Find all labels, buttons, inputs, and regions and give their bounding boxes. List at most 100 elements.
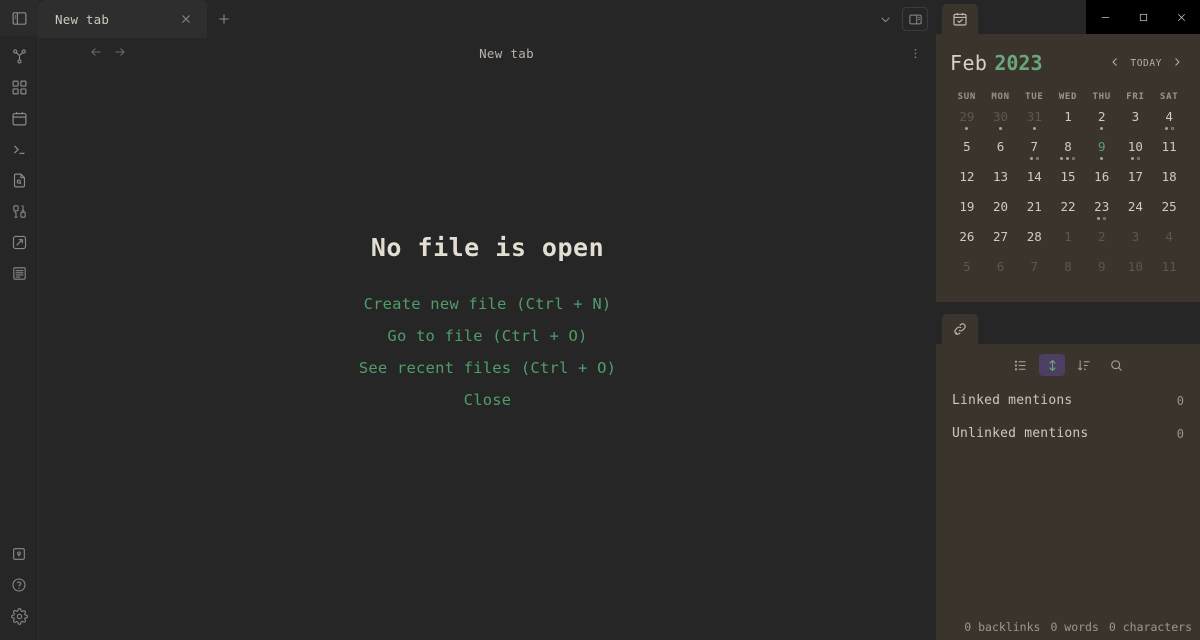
right-sidebar-toggle-icon[interactable] <box>902 7 928 31</box>
run-box-icon[interactable] <box>5 228 33 256</box>
calendar-day-cell[interactable]: 25 <box>1152 198 1186 228</box>
calendar-day-cell[interactable]: 16 <box>1085 168 1119 198</box>
list-icon[interactable] <box>1007 354 1033 376</box>
calendar-day-cell[interactable]: 13 <box>984 168 1018 198</box>
sidebar-toggle-icon[interactable] <box>5 4 33 32</box>
calendar-day-cell[interactable]: 9 <box>1085 258 1119 288</box>
calendar-day-cell[interactable]: 7 <box>1017 138 1051 168</box>
help-icon[interactable] <box>5 571 33 599</box>
calendar-day-cell[interactable]: 21 <box>1017 198 1051 228</box>
calendar-day-cell[interactable]: 7 <box>1017 258 1051 288</box>
main-workspace: New tab <box>39 0 936 640</box>
prev-month-icon[interactable] <box>1106 54 1124 73</box>
close-icon[interactable] <box>175 8 197 30</box>
calendar-day-number: 14 <box>1027 169 1042 184</box>
calendar-day-cell[interactable]: 3 <box>1119 228 1153 258</box>
calendar-day-cell[interactable]: 20 <box>984 198 1018 228</box>
calendar-day-cell[interactable]: 10 <box>1119 258 1153 288</box>
backlink-icon[interactable] <box>942 314 978 344</box>
graph-icon[interactable] <box>5 42 33 70</box>
close-window-icon[interactable] <box>1162 0 1200 34</box>
calendar-day-cell[interactable]: 5 <box>950 258 984 288</box>
forward-arrow-icon[interactable] <box>113 45 127 62</box>
note-dot-icon <box>1100 157 1103 160</box>
tab-bar-actions <box>872 7 936 38</box>
go-to-file-action[interactable]: Go to file (Ctrl + O) <box>387 320 587 352</box>
status-backlinks: 0 backlinks <box>964 620 1040 634</box>
terminal-icon[interactable] <box>5 135 33 163</box>
calendar-day-cell[interactable]: 6 <box>984 138 1018 168</box>
ribbon-bottom-group <box>5 540 33 640</box>
create-new-file-action[interactable]: Create new file (Ctrl + N) <box>364 288 612 320</box>
calendar-day-cell[interactable]: 8 <box>1051 258 1085 288</box>
calendar-day-cell[interactable]: 3 <box>1119 108 1153 138</box>
calendar-day-cell[interactable]: 11 <box>1152 258 1186 288</box>
vault-icon[interactable] <box>5 540 33 568</box>
calendar-day-cell[interactable]: 18 <box>1152 168 1186 198</box>
calendar-day-cell[interactable]: 4 <box>1152 228 1186 258</box>
sort-icon[interactable] <box>1071 354 1097 376</box>
gear-icon[interactable] <box>5 602 33 630</box>
plus-icon[interactable] <box>213 8 235 30</box>
calendar-day-cell[interactable]: 31 <box>1017 108 1051 138</box>
grid-icon[interactable] <box>5 73 33 101</box>
lines-icon[interactable] <box>5 259 33 287</box>
calendar-dow-header: THU <box>1085 88 1119 108</box>
chevron-down-icon[interactable] <box>872 7 898 31</box>
empty-state: No file is open Create new file (Ctrl + … <box>39 68 936 640</box>
calendar-day-number: 30 <box>993 109 1008 124</box>
calendar-day-cell[interactable]: 5 <box>950 138 984 168</box>
calendar-day-cell[interactable]: 6 <box>984 258 1018 288</box>
unlinked-mentions-count: 0 <box>1177 427 1184 441</box>
calendar-day-cell[interactable]: 9 <box>1085 138 1119 168</box>
unlinked-mentions-row[interactable]: Unlinked mentions 0 <box>936 417 1200 450</box>
next-month-icon[interactable] <box>1168 54 1186 73</box>
search-icon[interactable] <box>1103 354 1129 376</box>
calendar-day-cell[interactable]: 26 <box>950 228 984 258</box>
calendar-day-cell[interactable]: 28 <box>1017 228 1051 258</box>
calendar-day-cell[interactable]: 11 <box>1152 138 1186 168</box>
binary-icon[interactable] <box>5 197 33 225</box>
calendar-day-number: 9 <box>1098 259 1106 274</box>
more-options-icon[interactable] <box>906 44 924 62</box>
back-arrow-icon[interactable] <box>89 45 103 62</box>
view-title: New tab <box>87 46 926 61</box>
calendar-day-cell[interactable]: 19 <box>950 198 984 228</box>
calendar-day-cell[interactable]: 30 <box>984 108 1018 138</box>
tab-new-tab[interactable]: New tab <box>39 0 207 38</box>
calendar-day-cell[interactable]: 27 <box>984 228 1018 258</box>
maximize-icon[interactable] <box>1124 0 1162 34</box>
calendar-day-cell[interactable]: 24 <box>1119 198 1153 228</box>
minimize-icon[interactable] <box>1086 0 1124 34</box>
calendar-day-cell[interactable]: 2 <box>1085 108 1119 138</box>
calendar-day-cell[interactable]: 1 <box>1051 228 1085 258</box>
linked-mentions-row[interactable]: Linked mentions 0 <box>936 384 1200 417</box>
calendar-day-cell[interactable]: 8 <box>1051 138 1085 168</box>
calendar-day-cell[interactable]: 4 <box>1152 108 1186 138</box>
calendar-day-cell[interactable]: 2 <box>1085 228 1119 258</box>
calendar-day-cell[interactable]: 22 <box>1051 198 1085 228</box>
ribbon-top-slot <box>0 0 38 36</box>
calendar-day-cell[interactable]: 17 <box>1119 168 1153 198</box>
left-ribbon <box>0 0 39 640</box>
calendar-day-cell[interactable]: 23 <box>1085 198 1119 228</box>
calendar-check-icon[interactable] <box>942 4 978 34</box>
updown-icon[interactable] <box>1039 354 1065 376</box>
calendar-day-cell[interactable]: 1 <box>1051 108 1085 138</box>
calendar-day-cell[interactable]: 10 <box>1119 138 1153 168</box>
file-lock-icon[interactable] <box>5 166 33 194</box>
backlinks-empty-area <box>936 450 1200 614</box>
calendar-day-cell[interactable]: 14 <box>1017 168 1051 198</box>
unlinked-mentions-label: Unlinked mentions <box>952 426 1088 441</box>
calendar-day-cell[interactable]: 12 <box>950 168 984 198</box>
calendar-icon[interactable] <box>5 104 33 132</box>
close-action[interactable]: Close <box>464 384 512 416</box>
see-recent-files-action[interactable]: See recent files (Ctrl + O) <box>359 352 616 384</box>
calendar-day-cell[interactable]: 29 <box>950 108 984 138</box>
today-button[interactable]: TODAY <box>1130 58 1162 69</box>
calendar-day-cell[interactable]: 15 <box>1051 168 1085 198</box>
calendar-day-number: 5 <box>963 259 971 274</box>
calendar-day-number: 1 <box>1064 109 1072 124</box>
note-dot-hollow-icon <box>1072 157 1075 160</box>
calendar-dow-header: FRI <box>1119 88 1153 108</box>
